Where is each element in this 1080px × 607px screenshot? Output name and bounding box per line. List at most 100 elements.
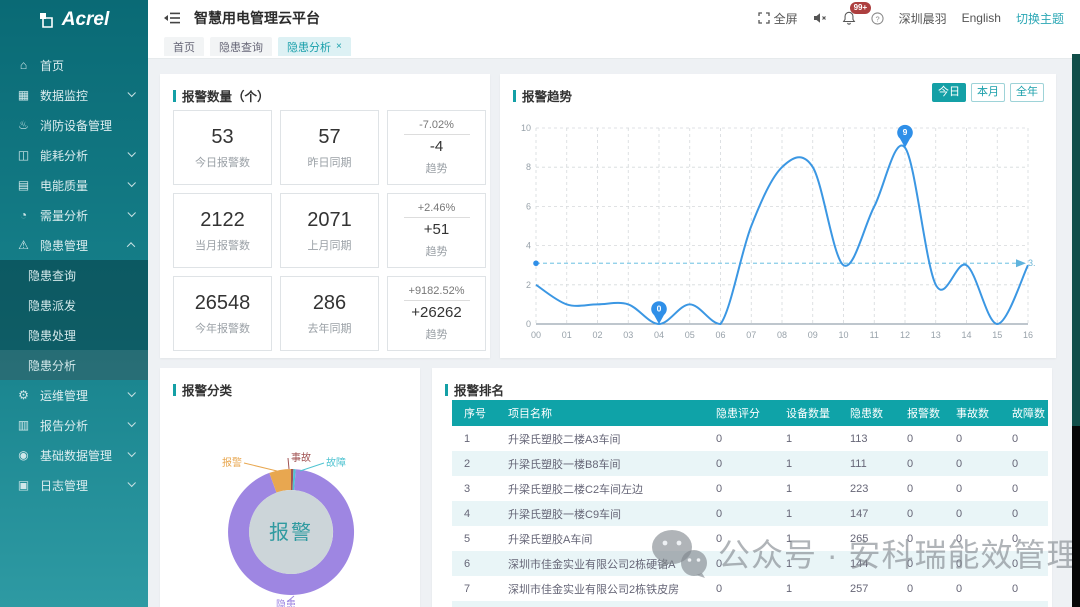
trend-button-今日[interactable]: 今日 — [932, 83, 966, 102]
sidebar-item-隐患管理[interactable]: ⚠隐患管理 — [0, 230, 148, 260]
alarm-count-card: -7.02%-4趋势 — [387, 110, 486, 185]
user-menu[interactable]: 深圳晨羽 — [899, 10, 947, 27]
sidebar-item-首页[interactable]: ⌂首页 — [0, 50, 148, 80]
sidebar-item-需量分析[interactable]: ◔需量分析 — [0, 200, 148, 230]
table-cell: 深圳市佳金实业有限公司2栋铁皮房 — [496, 581, 704, 597]
sidebar-item-能耗分析[interactable]: ◫能耗分析 — [0, 140, 148, 170]
collapse-menu-icon[interactable] — [164, 11, 180, 25]
table-cell: 升梁氏塑胶二楼A3车间 — [496, 431, 704, 447]
card-label: 趋势 — [426, 160, 448, 176]
trend-button-本月[interactable]: 本月 — [971, 83, 1005, 102]
table-cell: 5 — [452, 533, 496, 545]
sidebar-item-基础数据管理[interactable]: ◉基础数据管理 — [0, 440, 148, 470]
table-cell: 升梁氏塑胶一楼B8车间 — [496, 456, 704, 472]
table-cell: 0 — [1000, 533, 1048, 545]
alarm-ranking-title: 报警排名 — [445, 380, 504, 399]
alarm-trend-panel: 报警趋势 今日本月全年 0001020304050607080910111213… — [500, 74, 1056, 358]
title-accent-bar — [445, 384, 448, 396]
theme-switch-link[interactable]: 切换主题 — [1016, 10, 1064, 27]
language-toggle[interactable]: English — [962, 11, 1001, 25]
svg-text:?: ? — [875, 14, 879, 23]
sidebar-subitem-隐患分析[interactable]: 隐患分析 — [0, 350, 148, 380]
column-header-故障数: 故障数 — [1000, 405, 1048, 421]
tab-首页[interactable]: 首页 — [164, 37, 204, 56]
sidebar-menu: ⌂首页▦数据监控♨消防设备管理◫能耗分析▤电能质量◔需量分析⚠隐患管理隐患查询隐… — [0, 40, 148, 500]
speaker-mute-icon — [813, 12, 827, 24]
table-cell: 0 — [895, 583, 944, 595]
table-cell: 1 — [774, 483, 838, 495]
svg-text:07: 07 — [746, 330, 756, 340]
table-cell: 1 — [774, 533, 838, 545]
sidebar-item-label: 需量分析 — [40, 207, 88, 224]
card-label: 昨日同期 — [308, 154, 352, 170]
table-cell: 1 — [452, 433, 496, 445]
tab-隐患分析[interactable]: 隐患分析 × — [278, 37, 351, 56]
table-cell: 升梁氏塑胶二楼C2车间左边 — [496, 481, 704, 497]
table-row: 1升梁氏塑胶二楼A3车间01113000 — [452, 426, 1048, 451]
donut-label-报警: 报警 — [222, 456, 242, 469]
alarm-count-card: 53今日报警数 — [173, 110, 272, 185]
sidebar-subitem-隐患派发[interactable]: 隐患派发 — [0, 290, 148, 320]
title-accent-bar — [173, 90, 176, 102]
title-accent-bar — [513, 90, 516, 102]
svg-text:6: 6 — [526, 201, 531, 211]
logo-text: Acrel — [62, 9, 110, 31]
log-management-icon: ▣ — [16, 478, 31, 492]
sidebar-subitem-隐患查询[interactable]: 隐患查询 — [0, 260, 148, 290]
sidebar-subitem-隐患处理[interactable]: 隐患处理 — [0, 320, 148, 350]
alarm-category-donut-chart: 报警事故故障隐患报警 — [160, 392, 420, 607]
column-header-隐患数: 隐患数 — [838, 405, 895, 421]
fullscreen-button[interactable]: 全屏 — [758, 10, 798, 27]
table-cell: 1 — [774, 583, 838, 595]
card-label: 今日报警数 — [195, 154, 250, 170]
mute-button[interactable] — [813, 12, 827, 24]
notification-badge: 99+ — [850, 2, 872, 14]
sidebar-item-消防设备管理[interactable]: ♨消防设备管理 — [0, 110, 148, 140]
tab-label: 隐患分析 — [287, 39, 331, 55]
svg-text:0: 0 — [657, 304, 662, 314]
table-cell: 3 — [452, 483, 496, 495]
card-label: 今年报警数 — [195, 320, 250, 336]
table-cell: 265 — [838, 533, 895, 545]
chevron-down-icon — [127, 149, 135, 157]
help-button[interactable]: ? — [871, 12, 884, 25]
notifications-button[interactable]: 99+ — [842, 11, 856, 25]
sidebar-item-电能质量[interactable]: ▤电能质量 — [0, 170, 148, 200]
column-header-设备数量: 设备数量 — [774, 405, 838, 421]
alarm-count-card: 26548今年报警数 — [173, 276, 272, 351]
svg-text:06: 06 — [715, 330, 725, 340]
table-row: 4升梁氏塑胶一楼C9车间01147000 — [452, 501, 1048, 526]
tab-bar: 首页隐患查询隐患分析 × — [148, 36, 1080, 59]
sidebar-item-日志管理[interactable]: ▣日志管理 — [0, 470, 148, 500]
table-cell: 0 — [704, 458, 774, 470]
svg-text:10: 10 — [521, 123, 531, 133]
trend-button-全年[interactable]: 全年 — [1010, 83, 1044, 102]
sidebar-item-报告分析[interactable]: ▥报告分析 — [0, 410, 148, 440]
donut-center-label: 报警 — [269, 521, 313, 544]
home-icon: ⌂ — [16, 58, 31, 72]
tab-label: 首页 — [173, 39, 195, 55]
chevron-down-icon — [127, 449, 135, 457]
table-cell: 1 — [774, 558, 838, 570]
data-monitor-icon: ▦ — [16, 88, 31, 102]
right-edge-strip — [1072, 54, 1080, 426]
table-cell: 0 — [944, 508, 1000, 520]
tab-隐患查询[interactable]: 隐患查询 — [210, 37, 272, 56]
acrel-logo-icon — [39, 12, 56, 29]
svg-text:03: 03 — [623, 330, 633, 340]
sidebar-item-label: 能耗分析 — [40, 147, 88, 164]
column-header-序号: 序号 — [452, 405, 496, 421]
tab-close-icon[interactable]: × — [336, 41, 342, 52]
svg-text:0: 0 — [526, 319, 531, 329]
sidebar-item-数据监控[interactable]: ▦数据监控 — [0, 80, 148, 110]
card-label: 趋势 — [426, 326, 448, 342]
table-row: 8深圳市佳金实业有限公司2栋A1车间01131000 — [452, 601, 1048, 607]
sidebar-item-运维管理[interactable]: ⚙运维管理 — [0, 380, 148, 410]
sidebar-subitem-label: 隐患处理 — [28, 327, 76, 344]
card-value: 2071 — [307, 209, 352, 232]
trend-percent: +9182.52% — [404, 285, 470, 301]
table-cell: 257 — [838, 583, 895, 595]
chevron-up-icon — [127, 242, 135, 250]
svg-text:8: 8 — [526, 162, 531, 172]
table-cell: 223 — [838, 483, 895, 495]
